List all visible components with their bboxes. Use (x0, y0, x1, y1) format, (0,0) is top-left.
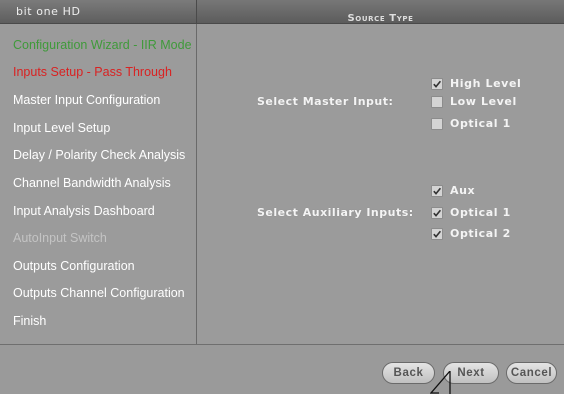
sidebar-item-configuration-wizard[interactable]: Configuration Wizard - IIR Mode (13, 38, 192, 52)
auxiliary-inputs-label: Select Auxiliary Inputs: (257, 206, 414, 219)
sidebar-item-inputs-setup[interactable]: Inputs Setup - Pass Through (13, 65, 172, 79)
sidebar-item-outputs-configuration[interactable]: Outputs Configuration (13, 259, 135, 273)
wizard-footer: Back Next Cancel (0, 344, 564, 394)
sidebar-item-delay-polarity-check[interactable]: Delay / Polarity Check Analysis (13, 148, 185, 162)
checkmark-icon (433, 187, 442, 195)
checkmark-icon (433, 209, 442, 217)
master-low-level-label: Low Level (450, 95, 517, 108)
master-high-level-checkbox[interactable] (431, 78, 443, 90)
master-high-level-label: High Level (450, 77, 522, 90)
aux-optical-2-label: Optical 2 (450, 227, 511, 240)
checkmark-icon (433, 80, 442, 88)
aux-optical-2-checkbox[interactable] (431, 228, 443, 240)
cancel-button[interactable]: Cancel (506, 362, 557, 384)
master-input-label: Select Master Input: (257, 95, 394, 108)
aux-label: Aux (450, 184, 476, 197)
master-optical-1-label: Optical 1 (450, 117, 511, 130)
aux-optical-1-label: Optical 1 (450, 206, 511, 219)
checkmark-icon (433, 230, 442, 238)
master-low-level-checkbox[interactable] (431, 96, 443, 108)
sidebar-item-master-input-configuration[interactable]: Master Input Configuration (13, 93, 160, 107)
section-title-bar: Source Type (197, 0, 564, 24)
section-title: Source Type (347, 13, 414, 24)
sidebar-item-channel-bandwidth-analysis[interactable]: Channel Bandwidth Analysis (13, 176, 171, 190)
sidebar-item-outputs-channel-configuration[interactable]: Outputs Channel Configuration (13, 286, 185, 300)
wizard-steps-sidebar: Configuration Wizard - IIR Mode Inputs S… (0, 24, 197, 344)
aux-checkbox[interactable] (431, 185, 443, 197)
app-title-bar: bit one HD (0, 0, 197, 24)
sidebar-item-autoinput-switch: AutoInput Switch (13, 231, 107, 245)
app-title: bit one HD (16, 5, 81, 18)
mouse-pointer-icon (430, 371, 451, 394)
aux-optical-1-checkbox[interactable] (431, 207, 443, 219)
master-optical-1-checkbox[interactable] (431, 118, 443, 130)
back-button[interactable]: Back (382, 362, 435, 384)
sidebar-item-input-level-setup[interactable]: Input Level Setup (13, 121, 110, 135)
source-type-panel: Select Master Input: High Level Low Leve… (197, 24, 564, 344)
wizard-window: bit one HD Source Type Configuration Wiz… (0, 0, 564, 394)
sidebar-item-input-analysis-dashboard[interactable]: Input Analysis Dashboard (13, 204, 155, 218)
sidebar-item-finish[interactable]: Finish (13, 314, 46, 328)
